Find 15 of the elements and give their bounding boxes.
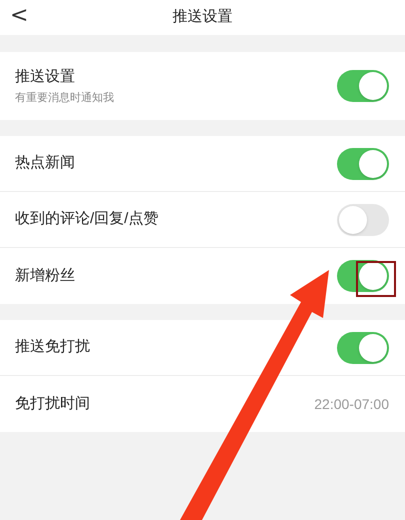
setting-label: 热点新闻 (15, 153, 75, 174)
page-title: 推送设置 (172, 7, 232, 28)
setting-label: 收到的评论/回复/点赞 (15, 209, 158, 230)
setting-subtitle: 有重要消息时通知我 (15, 90, 114, 106)
setting-label: 免打扰时间 (15, 394, 90, 414)
highlight-box (356, 261, 396, 297)
toggle-switch[interactable] (337, 332, 389, 364)
back-button[interactable]: < (10, 2, 28, 30)
toggle-switch[interactable] (337, 148, 389, 180)
setting-label: 推送设置 (15, 66, 76, 86)
toggle-switch[interactable] (337, 70, 389, 102)
setting-label: 新增粉丝 (15, 266, 75, 286)
toggle-switch[interactable] (337, 204, 389, 236)
toggle-switch[interactable] (337, 260, 389, 292)
setting-label: 推送免打扰 (15, 337, 90, 358)
